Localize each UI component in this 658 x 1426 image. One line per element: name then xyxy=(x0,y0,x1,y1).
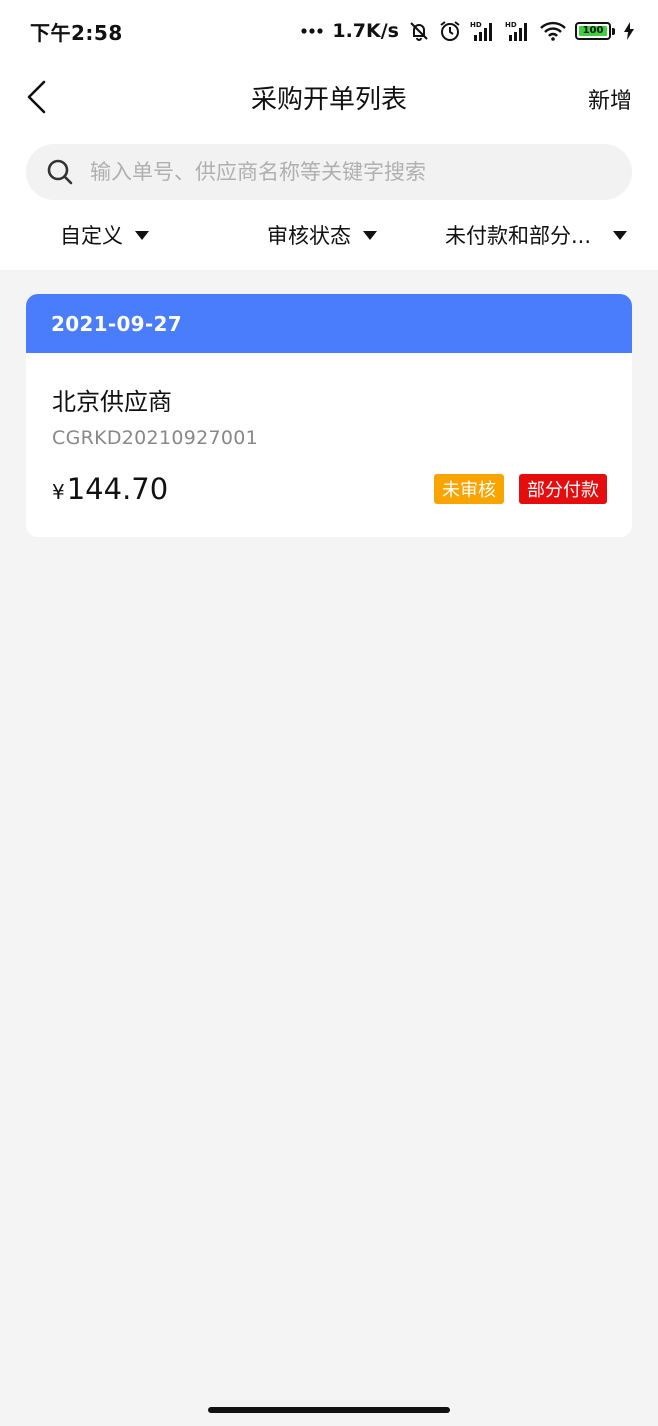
search-input[interactable] xyxy=(90,160,612,184)
battery-icon: 100 xyxy=(575,22,615,40)
chevron-left-icon[interactable] xyxy=(22,79,58,115)
add-button[interactable]: 新增 xyxy=(588,83,632,115)
mute-bell-icon xyxy=(410,22,428,41)
top-panel: 下午2:58 1.7K/s HD HD 100 采购开单列表 新增 输入单号、供… xyxy=(0,0,658,270)
filter-review-status[interactable]: 审核状态 xyxy=(267,220,377,250)
filter-bar: 自定义 审核状态 未付款和部分... xyxy=(0,200,658,270)
order-date: 2021-09-27 xyxy=(26,294,632,353)
filter-custom[interactable]: 自定义 xyxy=(60,220,149,250)
caret-down-icon xyxy=(135,230,149,240)
battery-level: 100 xyxy=(579,26,607,36)
wifi-icon xyxy=(540,21,566,41)
order-number: CGRKD20210927001 xyxy=(52,427,259,449)
search-icon xyxy=(47,159,73,185)
dots-icon xyxy=(301,28,323,34)
status-icons: 1.7K/s HD HD 100 xyxy=(301,20,634,42)
status-badges: 未审核 部分付款 xyxy=(434,474,607,504)
filter-label: 自定义 xyxy=(60,224,123,248)
order-card[interactable]: 2021-09-27 北京供应商 CGRKD20210927001 ¥ 144.… xyxy=(26,294,632,537)
filter-label: 未付款和部分... xyxy=(445,224,592,248)
search-section xyxy=(0,132,658,200)
amount-value: 144.70 xyxy=(66,472,169,506)
net-speed: 1.7K/s xyxy=(332,20,399,42)
svg-text:HD: HD xyxy=(470,21,482,29)
caret-down-icon xyxy=(363,230,377,240)
page-title: 采购开单列表 xyxy=(250,84,407,115)
status-time: 下午2:58 xyxy=(30,20,123,45)
review-status-badge: 未审核 xyxy=(434,474,504,504)
home-indicator[interactable] xyxy=(208,1407,450,1413)
nav-bar: 采购开单列表 新增 xyxy=(0,62,658,132)
caret-down-icon xyxy=(613,230,628,240)
currency-symbol: ¥ xyxy=(52,480,65,504)
alarm-icon xyxy=(440,21,460,41)
search-box[interactable] xyxy=(26,144,632,200)
filter-label: 审核状态 xyxy=(267,224,351,248)
signal-hd-icon-2: HD xyxy=(505,21,527,41)
order-amount: ¥ 144.70 xyxy=(52,472,168,506)
supplier-name: 北京供应商 xyxy=(52,388,172,416)
signal-hd-icon: HD xyxy=(470,21,492,41)
charging-icon xyxy=(624,22,634,40)
status-bar: 下午2:58 1.7K/s HD HD 100 xyxy=(0,0,658,62)
filter-payment-status[interactable]: 未付款和部分... xyxy=(445,220,628,250)
svg-text:HD: HD xyxy=(505,21,517,29)
payment-status-badge: 部分付款 xyxy=(519,474,607,504)
